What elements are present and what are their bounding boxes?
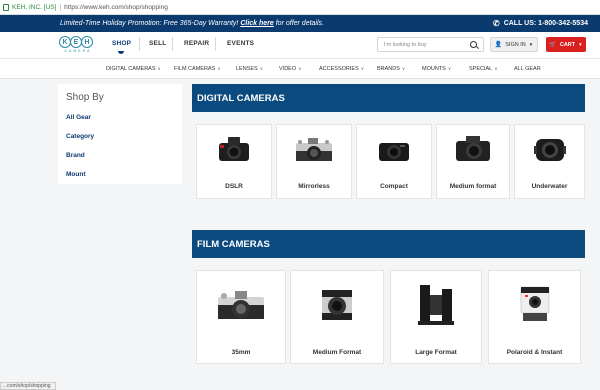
category-card-medium-format-film[interactable]: Medium Format: [290, 270, 384, 364]
section-heading: DIGITAL CAMERAS: [192, 84, 585, 112]
card-label: Medium Format: [312, 349, 362, 356]
shop-by-sidebar: Shop By All Gear Category Brand Mount: [58, 84, 182, 184]
category-card-35mm[interactable]: 35mm: [196, 270, 286, 364]
site-header: K E H CAMERA SHOP SELL REPAIR EVENTS I'm…: [0, 32, 600, 58]
category-card-underwater[interactable]: Underwater: [514, 124, 585, 199]
site-identity: KEH, INC. [US]: [12, 3, 57, 11]
compact-camera-image: [379, 143, 409, 161]
category-nav: DIGITAL CAMERAS ∨ FILM CAMERAS ∨ LENSES ∨ V…: [0, 58, 600, 79]
card-label: Mirrorless: [298, 183, 330, 190]
category-card-dslr[interactable]: DSLR: [196, 124, 272, 199]
nav-repair[interactable]: REPAIR: [184, 40, 209, 47]
medium-format-film-camera-image: [322, 290, 352, 320]
cart-button[interactable]: 🛒 CART ▼: [546, 37, 586, 52]
category-card-large-format[interactable]: Large Format: [390, 270, 482, 364]
call-us[interactable]: ✆ CALL US: 1-800-342-5534: [493, 19, 588, 28]
cat-video[interactable]: VIDEO ∨: [279, 66, 301, 72]
nav-shop[interactable]: SHOP: [112, 40, 131, 47]
35mm-camera-image: [218, 291, 264, 319]
cat-digital-cameras[interactable]: DIGITAL CAMERAS ∨: [106, 66, 161, 72]
nav-events[interactable]: EVENTS: [227, 40, 254, 47]
card-label: Polaroid & Instant: [506, 349, 563, 356]
chevron-down-icon: ∨: [447, 66, 452, 71]
url-text[interactable]: https://www.keh.com/shop/shopping: [64, 4, 168, 11]
sidebar-item-all-gear[interactable]: All Gear: [66, 114, 91, 121]
large-format-camera-image: [418, 285, 454, 325]
category-card-medium-format[interactable]: Medium format: [436, 124, 510, 199]
user-icon: 👤: [494, 42, 503, 48]
cat-special[interactable]: SPECIAL ∨: [469, 66, 498, 72]
cat-lenses[interactable]: LENSES ∨: [236, 66, 263, 72]
browser-address-bar[interactable]: KEH, INC. [US] | https://www.keh.com/sho…: [0, 0, 600, 15]
card-label: Underwater: [531, 183, 568, 190]
film-cameras-section: FILM CAMERAS 35mm Medium Format Large Fo…: [192, 230, 585, 370]
card-label: Medium format: [449, 183, 497, 190]
search-input[interactable]: I'm looking to buy: [377, 37, 484, 52]
sign-in-button[interactable]: 👤 SIGN IN ▼: [490, 37, 538, 52]
keh-logo[interactable]: K E H CAMERA: [59, 36, 97, 56]
sidebar-item-brand[interactable]: Brand: [66, 152, 85, 159]
chevron-down-icon: ▼: [578, 42, 583, 47]
category-card-polaroid-instant[interactable]: Polaroid & Instant: [488, 270, 581, 364]
chevron-down-icon: ▼: [528, 42, 534, 47]
cat-film-cameras[interactable]: FILM CAMERAS ∨: [174, 66, 221, 72]
logo-letter: H: [81, 36, 93, 48]
phone-icon: ✆: [492, 19, 500, 28]
cart-icon: 🛒: [549, 42, 557, 48]
chevron-down-icon: ∨: [494, 66, 498, 71]
chevron-down-icon: ∨: [157, 66, 161, 71]
section-heading: FILM CAMERAS: [192, 230, 585, 258]
medium-format-camera-image: [456, 136, 490, 161]
search-icon[interactable]: [470, 41, 477, 48]
category-card-compact[interactable]: Compact: [356, 124, 432, 199]
search-placeholder: I'm looking to buy: [384, 41, 427, 48]
promo-bar: Limited-Time Holiday Promotion: Free 365…: [0, 15, 600, 32]
nav-sell[interactable]: SELL: [149, 40, 166, 47]
card-label: Compact: [380, 183, 408, 190]
chevron-down-icon: ∨: [360, 66, 365, 71]
promo-message: Limited-Time Holiday Promotion: Free 365…: [60, 20, 324, 27]
polaroid-camera-image: [520, 286, 549, 321]
cat-mounts[interactable]: MOUNTS ∨: [422, 66, 451, 72]
chevron-down-icon: ∨: [259, 66, 264, 71]
chevron-down-icon: ∨: [298, 66, 302, 71]
logo-subtitle: CAMERA: [64, 49, 92, 53]
card-label: 35mm: [231, 349, 251, 356]
sidebar-item-category[interactable]: Category: [66, 133, 94, 140]
sidebar-item-mount[interactable]: Mount: [66, 171, 86, 178]
cat-brands[interactable]: BRANDS ∨: [377, 66, 405, 72]
promo-link[interactable]: Click here: [240, 20, 273, 27]
cat-accessories[interactable]: ACCESSORIES ∨: [319, 66, 364, 72]
chevron-down-icon: ∨: [217, 66, 221, 71]
active-indicator: [118, 51, 124, 54]
mirrorless-camera-image: [296, 138, 332, 161]
lock-icon: [3, 3, 9, 11]
category-card-mirrorless[interactable]: Mirrorless: [276, 124, 352, 199]
browser-status-bar: ...com/shop/shopping: [0, 382, 56, 390]
digital-cameras-section: DIGITAL CAMERAS DSLR Mirrorless Compact …: [192, 84, 585, 204]
card-label: DSLR: [225, 183, 243, 190]
dslr-camera-image: [219, 137, 249, 161]
card-label: Large Format: [415, 349, 457, 356]
underwater-camera-image: [533, 139, 566, 161]
chevron-down-icon: ∨: [401, 66, 406, 71]
sidebar-title: Shop By: [66, 92, 104, 103]
cat-all-gear[interactable]: ALL GEAR: [514, 66, 541, 72]
